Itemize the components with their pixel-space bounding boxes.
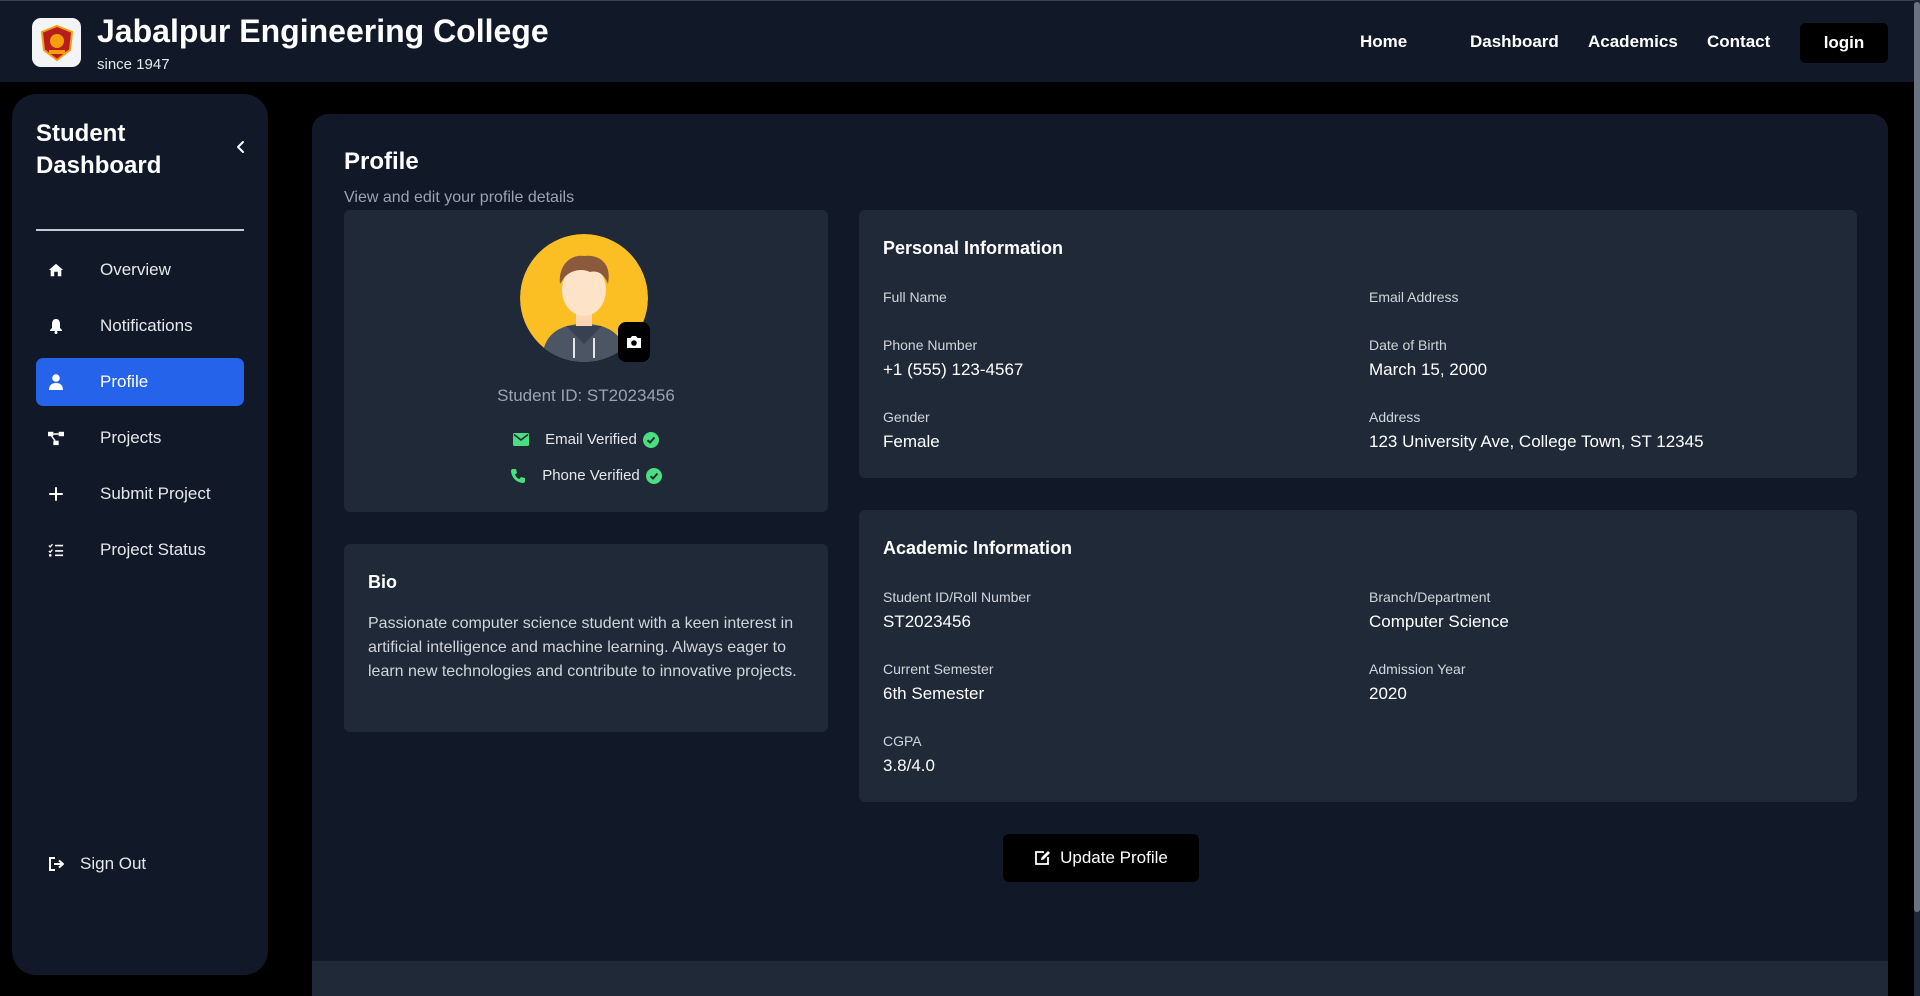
sidebar-item-label: Project Status	[100, 540, 206, 559]
bell-icon	[48, 318, 64, 334]
dob-label: Date of Birth	[1369, 337, 1447, 353]
sidebar-item-profile[interactable]: Profile	[36, 358, 244, 406]
phone-icon	[510, 468, 526, 484]
sidebar-item-label: Submit Project	[100, 484, 211, 503]
main-content: Profile View and edit your profile detai…	[312, 114, 1888, 996]
update-profile-label: Update Profile	[1060, 848, 1168, 867]
sidebar-item-submit-project[interactable]: Submit Project	[36, 470, 244, 518]
check-circle-icon	[645, 467, 662, 484]
bio-card: Bio Passionate computer science student …	[344, 544, 828, 732]
sign-out-button[interactable]: Sign Out	[48, 854, 146, 874]
check-circle-icon	[642, 431, 659, 448]
academic-info-card: Academic Information Student ID/Roll Num…	[859, 510, 1857, 802]
user-icon	[48, 374, 64, 390]
sidebar-item-label: Notifications	[100, 316, 193, 335]
academic-info-title: Academic Information	[883, 538, 1073, 558]
sidebar-title: Student Dashboard	[36, 120, 162, 179]
college-emblem-icon	[40, 24, 73, 61]
bio-title: Bio	[368, 572, 397, 592]
sidebar-item-projects[interactable]: Projects	[36, 414, 244, 462]
college-logo[interactable]	[32, 18, 81, 67]
email-verified-label: Email Verified	[545, 431, 637, 448]
phone-value: +1 (555) 123-4567	[883, 360, 1024, 379]
cgpa-label: CGPA	[883, 733, 922, 749]
sign-out-label: Sign Out	[80, 854, 147, 873]
college-since: since 1947	[97, 56, 170, 73]
email-verified-row: Email Verified	[344, 431, 828, 448]
sidebar-item-project-status[interactable]: Project Status	[36, 526, 244, 574]
branch-value: Computer Science	[1369, 612, 1509, 631]
admission-year-label: Admission Year	[1369, 661, 1466, 677]
collapse-sidebar-button[interactable]	[232, 138, 250, 156]
branch-label: Branch/Department	[1369, 589, 1491, 605]
page-subtitle: View and edit your profile details	[344, 189, 575, 206]
semester-value: 6th Semester	[883, 684, 985, 703]
nav-home[interactable]: Home	[1360, 32, 1407, 52]
roll-number-label: Student ID/Roll Number	[883, 589, 1031, 605]
sign-out-icon	[48, 856, 66, 872]
phone-label: Phone Number	[883, 337, 978, 353]
top-navbar: Jabalpur Engineering College since 1947 …	[0, 0, 1920, 82]
semester-label: Current Semester	[883, 661, 994, 677]
personal-info-title: Personal Information	[883, 238, 1064, 258]
cgpa-value: 3.8/4.0	[883, 756, 935, 775]
email-label: Email Address	[1369, 289, 1459, 305]
student-id-text: Student ID: ST2023456	[497, 386, 675, 405]
roll-number-value: ST2023456	[883, 612, 971, 631]
phone-verified-row: Phone Verified	[344, 467, 828, 484]
bio-text: Passionate computer science student with…	[368, 615, 797, 680]
project-diagram-icon	[48, 430, 64, 446]
page-scrollbar-thumb[interactable]	[1914, 2, 1920, 912]
envelope-icon	[513, 433, 530, 446]
nav-contact[interactable]: Contact	[1707, 32, 1770, 52]
home-icon	[48, 262, 64, 278]
sidebar-item-overview[interactable]: Overview	[36, 246, 244, 294]
sidebar-divider	[36, 229, 244, 231]
dob-value: March 15, 2000	[1369, 360, 1488, 379]
address-label: Address	[1369, 409, 1421, 425]
camera-icon	[627, 336, 641, 348]
profile-card: Student ID: ST2023456 Email Verified Pho…	[344, 210, 828, 512]
nav-academics[interactable]: Academics	[1588, 32, 1678, 52]
gender-label: Gender	[883, 409, 930, 425]
sidebar-item-notifications[interactable]: Notifications	[36, 302, 244, 350]
sidebar: Student Dashboard Overview Notifications…	[12, 94, 268, 975]
phone-verified-label: Phone Verified	[542, 467, 640, 484]
footer-strip	[312, 961, 1888, 996]
sidebar-item-label: Projects	[100, 428, 162, 447]
chevron-left-icon	[237, 141, 244, 153]
college-name[interactable]: Jabalpur Engineering College	[97, 13, 549, 50]
personal-info-card: Personal Information Full Name Email Add…	[859, 210, 1857, 478]
gender-value: Female	[883, 432, 940, 451]
edit-icon	[1034, 850, 1051, 866]
update-profile-button[interactable]: Update Profile	[1003, 834, 1199, 882]
nav-dashboard[interactable]: Dashboard	[1470, 32, 1559, 52]
admission-year-value: 2020	[1369, 684, 1407, 703]
page-title: Profile	[344, 148, 419, 175]
sidebar-item-label: Overview	[100, 260, 171, 279]
full-name-label: Full Name	[883, 289, 947, 305]
plus-icon	[48, 486, 64, 502]
login-button[interactable]: login	[1800, 23, 1888, 63]
change-photo-button[interactable]	[618, 322, 650, 362]
address-value: 123 University Ave, College Town, ST 123…	[1369, 432, 1704, 451]
tasks-icon	[48, 542, 64, 558]
sidebar-item-label: Profile	[100, 372, 149, 391]
